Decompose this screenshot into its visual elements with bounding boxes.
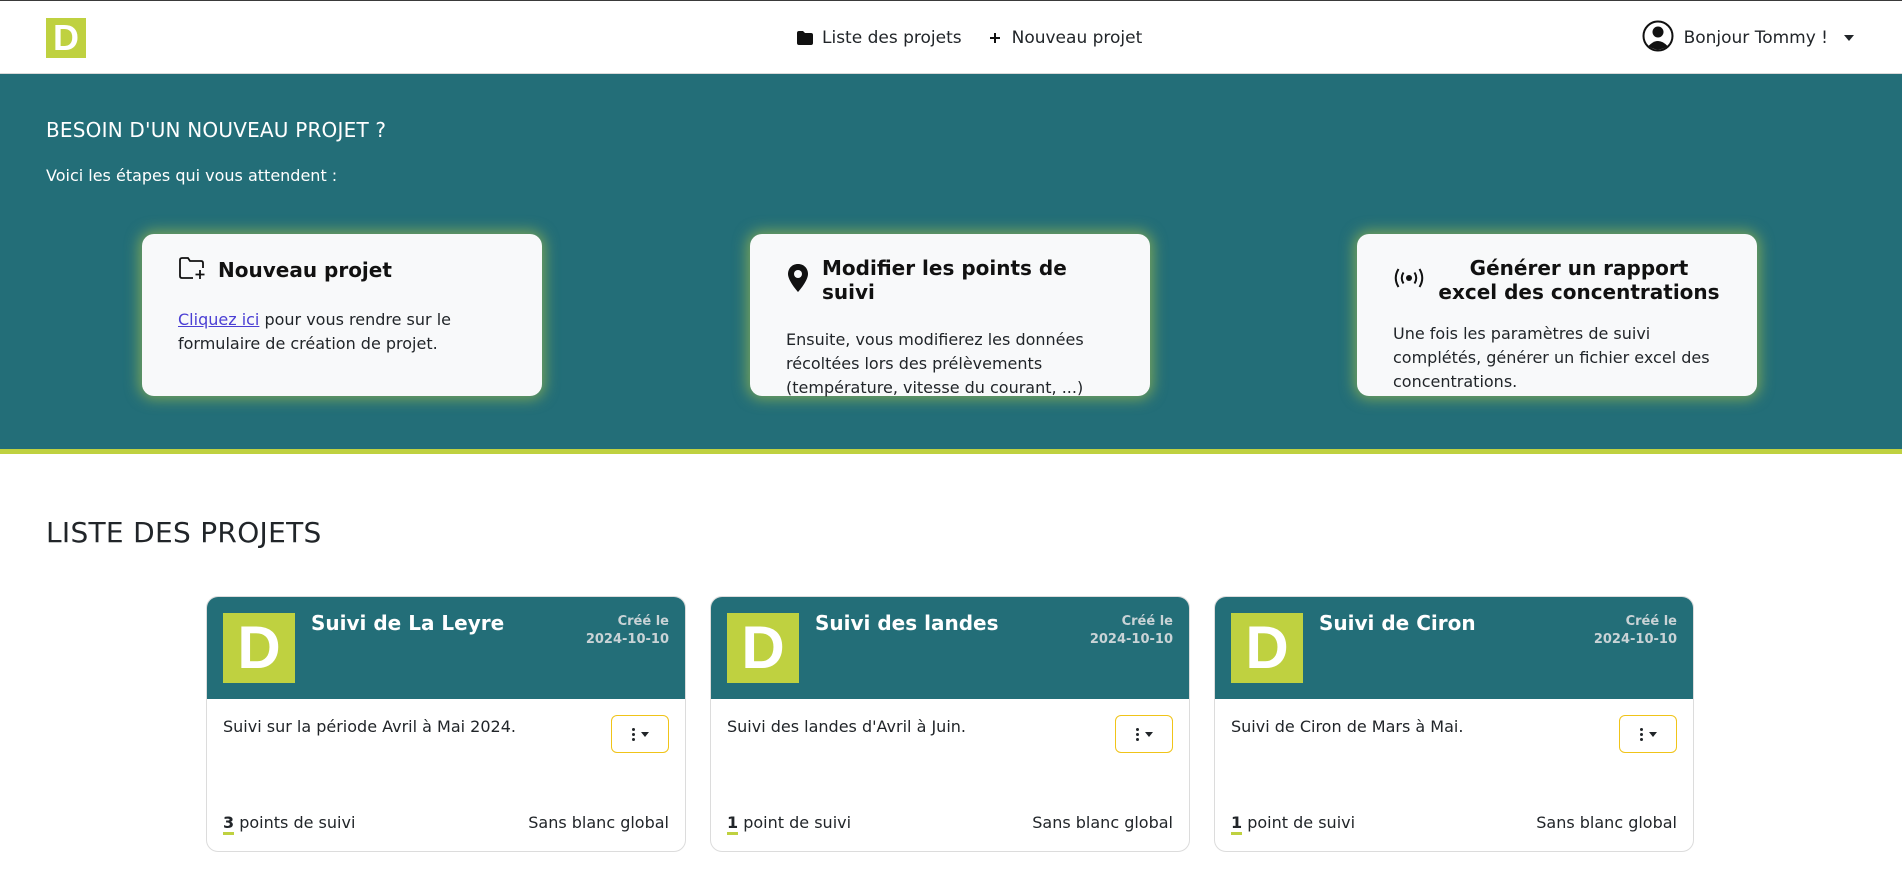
step-description: Une fois les paramètres de suivi complét…	[1393, 324, 1710, 391]
points-count: 1	[727, 813, 739, 835]
created-date: 2024-10-10	[1593, 632, 1677, 647]
project-points: 1 point de suivi	[1231, 813, 1356, 835]
map-pin-icon	[786, 263, 810, 297]
project-name[interactable]: Suivi des landes	[815, 611, 998, 635]
step-title: Générer un rapport excel des concentrati…	[1438, 256, 1720, 304]
nav-link-new-project[interactable]: Nouveau projet	[986, 28, 1143, 48]
project-logo: D	[1231, 613, 1303, 683]
top-navbar: D Liste des projets Nouveau projet Bonjo…	[0, 0, 1902, 74]
project-card[interactable]: D Suivi de La Leyre Créé le 2024-10-10 S…	[206, 596, 686, 852]
chevron-down-icon	[640, 731, 649, 737]
nav-link-label: Liste des projets	[822, 28, 962, 48]
points-label: point de suivi	[1247, 813, 1356, 832]
click-here-link[interactable]: Cliquez ici	[178, 310, 259, 329]
points-count: 3	[223, 813, 235, 835]
folder-icon	[796, 29, 814, 47]
project-description: Suivi de Ciron de Mars à Mai.	[1231, 717, 1464, 736]
folder-plus-icon	[178, 256, 206, 284]
created-date: 2024-10-10	[585, 632, 669, 647]
created-label: Créé le	[617, 614, 669, 629]
project-description: Suivi des landes d'Avril à Juin.	[727, 717, 966, 736]
created-label: Créé le	[1121, 614, 1173, 629]
project-points: 1 point de suivi	[727, 813, 852, 835]
chevron-down-icon	[1844, 35, 1854, 41]
step-title: Modifier les points de suivi	[822, 256, 1067, 304]
user-greeting: Bonjour Tommy !	[1683, 28, 1828, 48]
project-created: Créé le 2024-10-10	[1594, 613, 1677, 649]
created-date: 2024-10-10	[1089, 632, 1173, 647]
chevron-down-icon	[1648, 731, 1657, 737]
project-created: Créé le 2024-10-10	[586, 613, 669, 649]
project-logo: D	[223, 613, 295, 683]
project-card-header: D Suivi des landes Créé le 2024-10-10	[711, 597, 1189, 699]
step-title: Nouveau projet	[218, 258, 392, 282]
step-description: Cliquez ici pour vous rendre sur le form…	[178, 308, 506, 356]
kebab-icon	[631, 727, 635, 741]
project-actions-button[interactable]	[1619, 715, 1677, 753]
project-list-title: LISTE DES PROJETS	[46, 516, 322, 549]
banner-title: BESOIN D'UN NOUVEAU PROJET ?	[46, 118, 387, 142]
user-avatar-icon	[1642, 20, 1674, 57]
project-blank-status: Sans blanc global	[1536, 813, 1677, 832]
nav-link-label: Nouveau projet	[1011, 28, 1143, 48]
step-card-new-project: Nouveau projet Cliquez ici pour vous ren…	[142, 234, 542, 396]
kebab-icon	[1639, 727, 1643, 741]
kebab-icon	[1135, 727, 1139, 741]
new-project-banner: BESOIN D'UN NOUVEAU PROJET ? Voici les é…	[0, 74, 1902, 454]
project-card-header: D Suivi de La Leyre Créé le 2024-10-10	[207, 597, 685, 699]
project-points: 3 points de suivi	[223, 813, 356, 835]
points-label: points de suivi	[239, 813, 356, 832]
project-logo: D	[727, 613, 799, 683]
project-card[interactable]: D Suivi des landes Créé le 2024-10-10 Su…	[710, 596, 1190, 852]
project-card-header: D Suivi de Ciron Créé le 2024-10-10	[1215, 597, 1693, 699]
plus-icon	[986, 29, 1004, 47]
project-blank-status: Sans blanc global	[1032, 813, 1173, 832]
banner-subtitle: Voici les étapes qui vous attendent :	[46, 166, 338, 185]
project-description: Suivi sur la période Avril à Mai 2024.	[223, 717, 516, 736]
nav-link-project-list[interactable]: Liste des projets	[796, 28, 962, 48]
broadcast-icon	[1393, 267, 1425, 293]
nav-links: Liste des projets Nouveau projet	[796, 25, 1142, 51]
brand-logo[interactable]: D	[46, 18, 86, 58]
project-blank-status: Sans blanc global	[528, 813, 669, 832]
step-description: Ensuite, vous modifierez les données réc…	[786, 330, 1084, 397]
chevron-down-icon	[1144, 731, 1153, 737]
project-created: Créé le 2024-10-10	[1090, 613, 1173, 649]
project-actions-button[interactable]	[611, 715, 669, 753]
points-label: point de suivi	[743, 813, 852, 832]
created-label: Créé le	[1625, 614, 1677, 629]
project-name[interactable]: Suivi de Ciron	[1319, 611, 1476, 635]
project-card[interactable]: D Suivi de Ciron Créé le 2024-10-10 Suiv…	[1214, 596, 1694, 852]
step-card-generate-report: Générer un rapport excel des concentrati…	[1357, 234, 1757, 396]
points-count: 1	[1231, 813, 1243, 835]
step-card-edit-points: Modifier les points de suivi Ensuite, vo…	[750, 234, 1150, 397]
user-menu-dropdown[interactable]: Bonjour Tommy !	[1642, 20, 1854, 57]
project-name[interactable]: Suivi de La Leyre	[311, 611, 504, 635]
project-actions-button[interactable]	[1115, 715, 1173, 753]
